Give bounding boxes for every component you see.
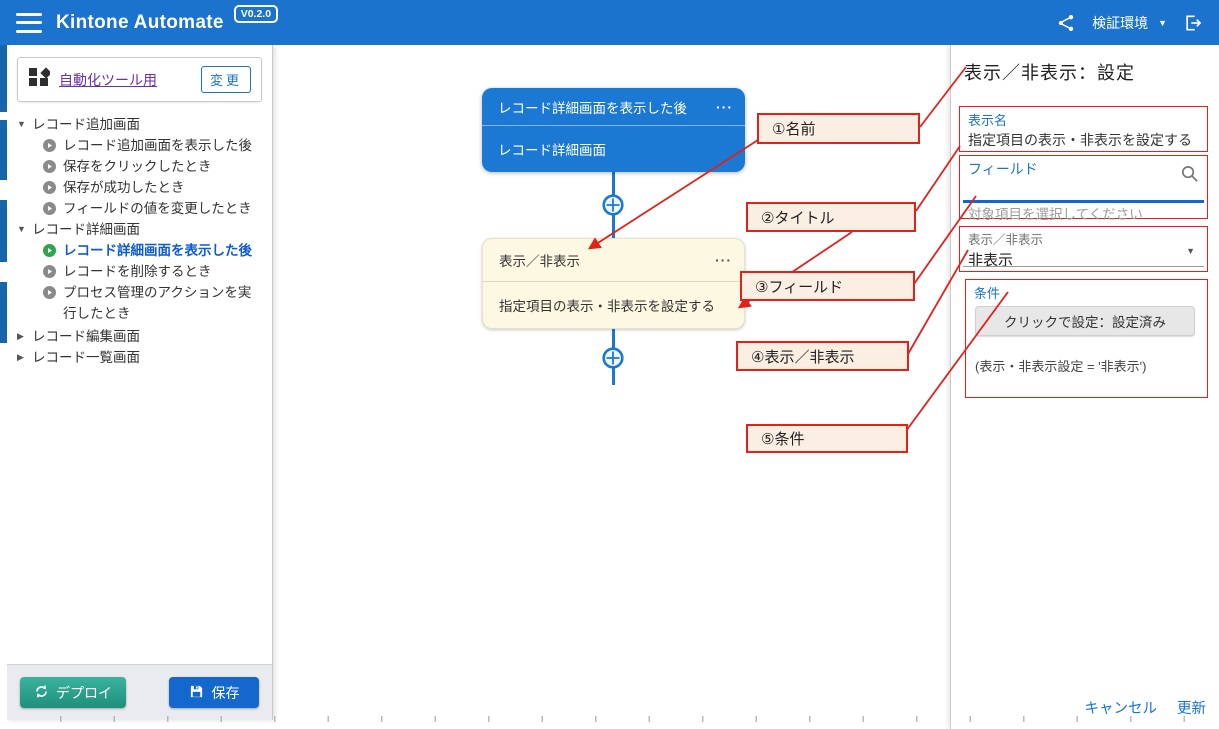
dropdown-caret-icon[interactable]: ▼ [1186,246,1195,256]
field-label: フィールド [960,156,1207,179]
environment-label[interactable]: 検証環境 [1092,13,1148,33]
play-circle-icon [43,156,58,177]
change-app-button[interactable]: 変更 [201,66,251,93]
sidebar-footer: デプロイ 保存 [7,664,272,720]
panel-actions: キャンセル 更新 [1085,697,1207,718]
annotation-visibility: ④表示／非表示 [736,341,909,371]
condition-group: 条件 クリックで設定：設定済み (表示・非表示設定 = '非表示') [965,279,1208,398]
logout-icon[interactable] [1183,13,1203,33]
annotation-name: ①名前 [757,113,920,144]
sidebar-item-save-succeeded[interactable]: 保存が成功したとき [17,177,272,198]
sidebar: 自動化ツール用 変更 ▼ レコード追加画面 レコード追加画面を表示した後 保存を… [7,45,273,720]
select-underline [963,266,1204,267]
chevron-down-icon: ▼ [17,114,32,135]
trigger-node[interactable]: レコード詳細画面を表示した後 ··· レコード詳細画面 [482,88,745,172]
topbar-right: 検証環境 ▼ [1056,13,1203,33]
play-circle-icon-selected [43,240,58,261]
deploy-button[interactable]: デプロイ [20,677,126,708]
chevron-right-icon: ▶ [17,347,32,368]
display-name-field-group: 表示名 指定項目の表示・非表示を設定する [959,106,1208,152]
chevron-down-icon: ▼ [17,219,32,240]
sidebar-item-process-action[interactable]: プロセス管理のアクションを実行したとき [17,282,272,324]
bottom-ticks [8,716,1219,722]
sidebar-item-record-detail-screen[interactable]: ▼ レコード詳細画面 [17,219,272,240]
topbar: Kintone Automate V0.2.0 検証環境 ▼ [0,0,1219,45]
more-icon[interactable]: ··· [716,99,733,115]
app-title: Kintone Automate [56,12,224,34]
more-icon[interactable]: ··· [715,252,732,268]
chevron-right-icon: ▶ [17,326,32,347]
annotation-condition: ⑤条件 [746,424,908,453]
sidebar-item-record-add-screen[interactable]: ▼ レコード追加画面 [17,114,272,135]
display-name-input[interactable]: 指定項目の表示・非表示を設定する [960,129,1207,150]
share-icon[interactable] [1056,13,1076,33]
event-tree: ▼ レコード追加画面 レコード追加画面を表示した後 保存をクリックしたとき 保存… [7,108,272,368]
floppy-disk-icon [189,684,204,702]
play-circle-icon [43,282,58,303]
left-edge-strip [0,45,7,729]
condition-label: 条件 [966,280,1207,302]
search-icon[interactable] [1180,164,1199,188]
chevron-down-icon[interactable]: ▼ [1158,18,1167,28]
play-circle-icon [43,198,58,219]
visibility-select-group: 表示／非表示 非表示 ▼ [959,226,1208,272]
app-card: 自動化ツール用 変更 [17,57,262,102]
add-step-button[interactable] [602,194,624,216]
action-node-header: 表示／非表示 ··· [483,239,744,281]
settings-panel: 表示／非表示：設定 表示名 指定項目の表示・非表示を設定する フィールド 対象項… [950,45,1219,729]
sidebar-item-field-value-changed[interactable]: フィールドの値を変更したとき [17,198,272,219]
trigger-node-header: レコード詳細画面を表示した後 ··· [482,88,745,125]
page: Kintone Automate V0.2.0 検証環境 ▼ 自動化ツール用 変… [0,0,1219,729]
sidebar-item-save-clicked[interactable]: 保存をクリックしたとき [17,156,272,177]
annotation-field: ③フィールド [740,271,915,301]
panel-title: 表示／非表示：設定 [964,59,1135,85]
flow-canvas: レコード詳細画面を表示した後 ··· レコード詳細画面 表示／非表示 ··· 指… [273,45,950,729]
add-step-button[interactable] [602,347,624,369]
display-name-label: 表示名 [960,107,1207,129]
update-link[interactable]: 更新 [1177,697,1206,718]
action-node[interactable]: 表示／非表示 ··· 指定項目の表示・非表示を設定する [482,238,745,329]
version-badge: V0.2.0 [234,5,278,23]
field-select-group: フィールド 対象項目を選択してください [959,155,1208,219]
hamburger-menu-icon[interactable] [16,13,42,33]
play-circle-icon [43,177,58,198]
play-circle-icon [43,135,58,156]
sidebar-item-record-edit-screen[interactable]: ▶ レコード編集画面 [17,326,272,347]
sidebar-item-record-delete[interactable]: レコードを削除するとき [17,261,272,282]
condition-summary: (表示・非表示設定 = '非表示') [975,356,1207,375]
action-node-body: 指定項目の表示・非表示を設定する [483,281,744,328]
sidebar-item-record-list-screen[interactable]: ▶ レコード一覧画面 [17,347,272,368]
sidebar-item-after-add-screen-shown[interactable]: レコード追加画面を表示した後 [17,135,272,156]
annotation-title: ②タイトル [746,202,916,232]
sidebar-item-after-detail-screen-shown[interactable]: レコード詳細画面を表示した後 [17,240,272,261]
field-helper-text: 対象項目を選択してください [968,203,1143,223]
visibility-label: 表示／非表示 [960,227,1207,248]
condition-config-button[interactable]: クリックで設定：設定済み [975,306,1195,336]
trigger-node-body: レコード詳細画面 [482,125,745,172]
cancel-link[interactable]: キャンセル [1085,697,1158,718]
play-circle-icon [43,261,58,282]
app-blocks-icon [28,66,50,93]
sync-icon [34,684,49,702]
save-button[interactable]: 保存 [169,677,259,708]
app-name-link[interactable]: 自動化ツール用 [59,70,192,90]
